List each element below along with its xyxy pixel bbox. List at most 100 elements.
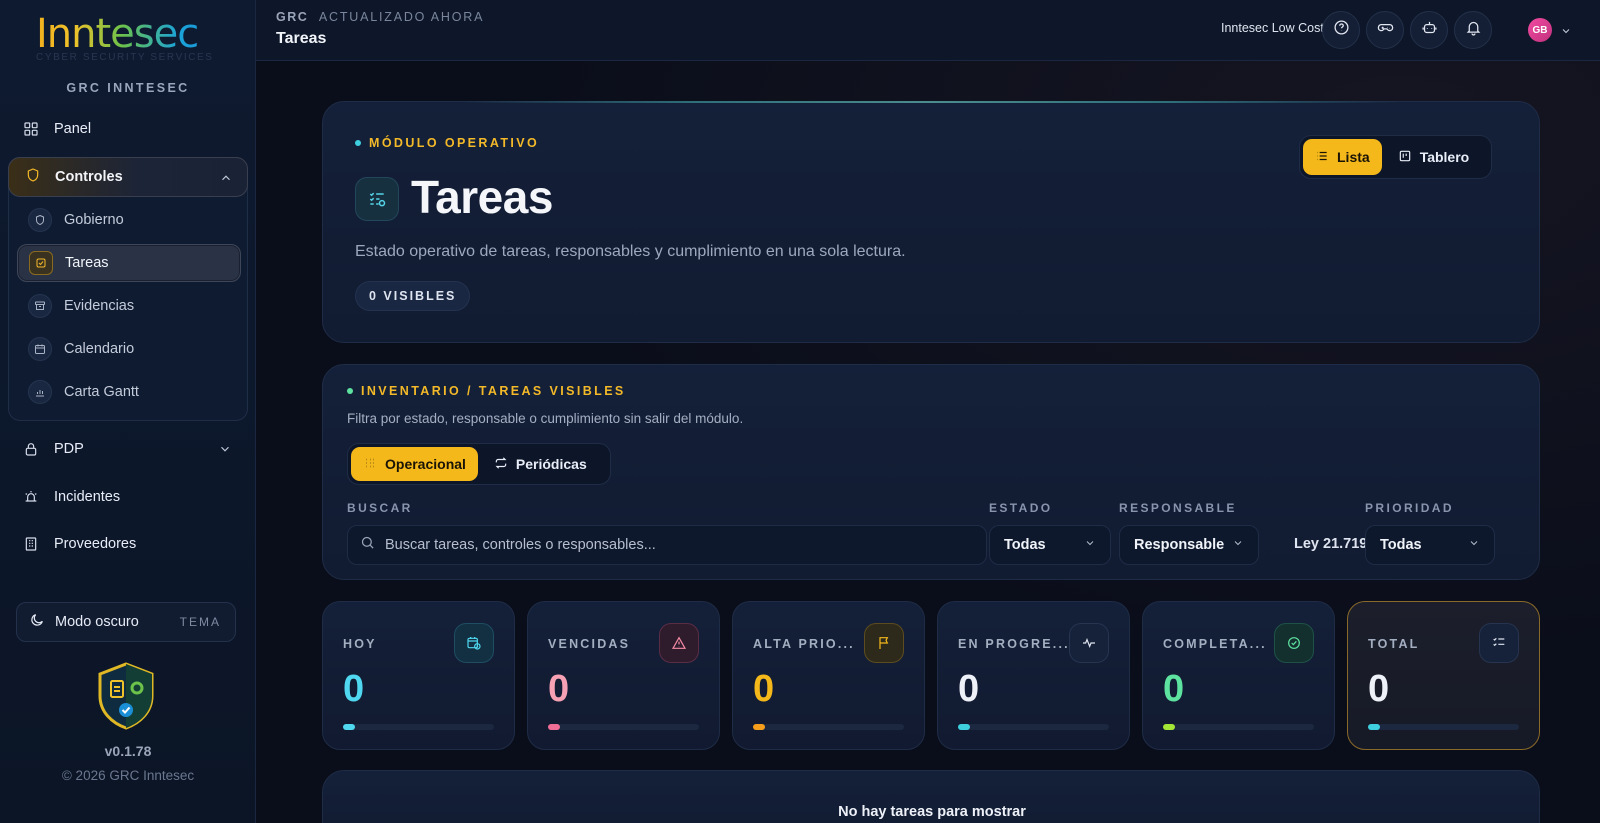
stat-label: COMPLETA... (1163, 637, 1267, 651)
search-input[interactable] (385, 537, 945, 553)
view-toggle: Lista Tablero (1299, 135, 1492, 179)
sidebar-subitem-gobierno[interactable]: Gobierno (17, 201, 241, 239)
estado-select[interactable]: Todas (989, 525, 1111, 565)
theme-label: Modo oscuro (55, 614, 139, 630)
sidebar-subitem-calendario[interactable]: Calendario (17, 330, 241, 368)
shield-logo-icon (96, 662, 156, 730)
filters-eyebrow: INVENTARIO / TAREAS VISIBLES (347, 384, 626, 398)
sidebar-item-label: Incidentes (54, 489, 121, 505)
mode-periodicas-button[interactable]: Periódicas (482, 447, 599, 481)
logo[interactable]: Inntesec CYBER SECURITY SERVICES (36, 10, 226, 70)
chevron-down-icon[interactable] (1560, 24, 1572, 42)
moon-icon (29, 612, 45, 632)
stat-value: 0 (753, 668, 775, 710)
view-board-button[interactable]: Tablero (1386, 139, 1482, 175)
sidebar-item-incidentes[interactable]: Incidentes (10, 477, 246, 517)
list-icon (1315, 149, 1329, 166)
mode-periodicas-label: Periódicas (515, 456, 587, 472)
building-icon (22, 535, 40, 553)
archive-icon (28, 294, 52, 318)
mode-operacional-label: Operacional (385, 456, 466, 472)
responsable-label: RESPONSABLE (1119, 501, 1237, 515)
feedback-button[interactable] (1366, 11, 1404, 49)
prioridad-select-value: Todas (1380, 537, 1422, 553)
hero-eyebrow-text: MÓDULO OPERATIVO (369, 136, 540, 150)
logo-subtitle: CYBER SECURITY SERVICES (36, 52, 214, 63)
warning-icon (659, 623, 699, 663)
sidebar-item-panel[interactable]: Panel (10, 109, 246, 149)
stat-card-vencidas[interactable]: VENCIDAS 0 (527, 601, 720, 750)
sidebar-item-proveedores[interactable]: Proveedores (10, 524, 246, 564)
filters-card: INVENTARIO / TAREAS VISIBLES Filtra por … (322, 364, 1540, 580)
sidebar-item-label: Proveedores (54, 536, 137, 552)
sidebar-subitem-label: Carta Gantt (64, 384, 139, 400)
sidebar-subitem-carta-gantt[interactable]: Carta Gantt (17, 373, 241, 411)
filters-subtitle: Filtra por estado, responsable o cumplim… (347, 411, 744, 426)
hero-description: Estado operativo de tareas, responsables… (355, 243, 906, 260)
prioridad-select[interactable]: Todas (1365, 525, 1495, 565)
top-bar: GRC ACTUALIZADO AHORA Tareas Inntesec Lo… (256, 0, 1600, 61)
search-field[interactable] (347, 525, 987, 565)
stat-progress-fill (1163, 724, 1175, 730)
view-list-button[interactable]: Lista (1303, 139, 1382, 175)
stat-progress (1368, 724, 1519, 730)
sidebar-item-pdp[interactable]: PDP (10, 429, 246, 469)
stat-progress-fill (958, 724, 970, 730)
status-dot (347, 388, 353, 394)
stat-card-completadas[interactable]: COMPLETA... 0 (1142, 601, 1335, 750)
kanban-icon (1398, 149, 1412, 166)
sidebar-item-label: Panel (54, 121, 92, 137)
logo-text: Inntesec (36, 10, 226, 58)
chevron-down-icon[interactable] (218, 442, 232, 460)
check-circle-icon (1274, 623, 1314, 663)
theme-toggle-button[interactable]: Modo oscuro TEMA (16, 602, 236, 642)
company-name[interactable]: Inntesec Low Cost (1221, 21, 1324, 35)
copyright: © 2026 GRC Inntesec (61, 768, 195, 783)
calendar-clock-icon (454, 623, 494, 663)
help-button[interactable] (1322, 11, 1360, 49)
help-icon (1333, 19, 1350, 41)
search-icon (360, 535, 375, 555)
avatar[interactable]: GB (1528, 18, 1552, 42)
tasks-icon (355, 177, 399, 221)
sidebar-subitem-label: Tareas (65, 255, 109, 271)
stat-progress-fill (1368, 724, 1380, 730)
alarm-icon (22, 488, 40, 506)
task-list-card: No hay tareas para mostrar (322, 770, 1540, 823)
hero-card: MÓDULO OPERATIVO Tareas Estado operativo… (322, 101, 1540, 343)
law-filter[interactable]: Ley 21.719 (1294, 536, 1367, 552)
chevron-down-icon (1468, 537, 1480, 553)
stat-card-hoy[interactable]: HOY 0 (322, 601, 515, 750)
sidebar-item-controles[interactable]: Controles (8, 157, 248, 197)
stat-card-total[interactable]: TOTAL 0 (1347, 601, 1540, 750)
chevron-down-icon (1084, 537, 1096, 553)
prioridad-label: PRIORIDAD (1365, 501, 1454, 515)
stat-value: 0 (343, 668, 365, 710)
stat-value: 0 (548, 668, 570, 710)
breadcrumb-section: GRC (276, 10, 309, 24)
sidebar-subitem-label: Evidencias (64, 298, 135, 314)
mode-operacional-button[interactable]: Operacional (351, 447, 478, 481)
stat-progress-fill (753, 724, 765, 730)
brand-label: GRC INNTESEC (66, 81, 190, 95)
filters-eyebrow-text: INVENTARIO / TAREAS VISIBLES (361, 384, 626, 398)
stat-label: VENCIDAS (548, 637, 631, 651)
estado-select-value: Todas (1004, 537, 1046, 553)
list-check-icon (1479, 623, 1519, 663)
shield-icon (28, 208, 52, 232)
responsable-select-value: Responsable (1134, 537, 1225, 553)
stat-card-en-progreso[interactable]: EN PROGRE... 0 (937, 601, 1130, 750)
robot-icon (1421, 19, 1438, 41)
chevron-up-icon[interactable] (219, 171, 233, 189)
stat-progress-fill (548, 724, 560, 730)
assistant-button[interactable] (1410, 11, 1448, 49)
responsable-select[interactable]: Responsable (1119, 525, 1259, 565)
stat-value: 0 (1163, 668, 1185, 710)
sidebar-subitem-evidencias[interactable]: Evidencias (17, 287, 241, 325)
sidebar-subitem-tareas[interactable]: Tareas (17, 244, 241, 282)
stat-card-alta-prioridad[interactable]: ALTA PRIO... 0 (732, 601, 925, 750)
chevron-down-icon (1232, 537, 1244, 553)
hero-eyebrow: MÓDULO OPERATIVO (355, 136, 539, 150)
notifications-button[interactable] (1454, 11, 1492, 49)
stat-progress (548, 724, 699, 730)
